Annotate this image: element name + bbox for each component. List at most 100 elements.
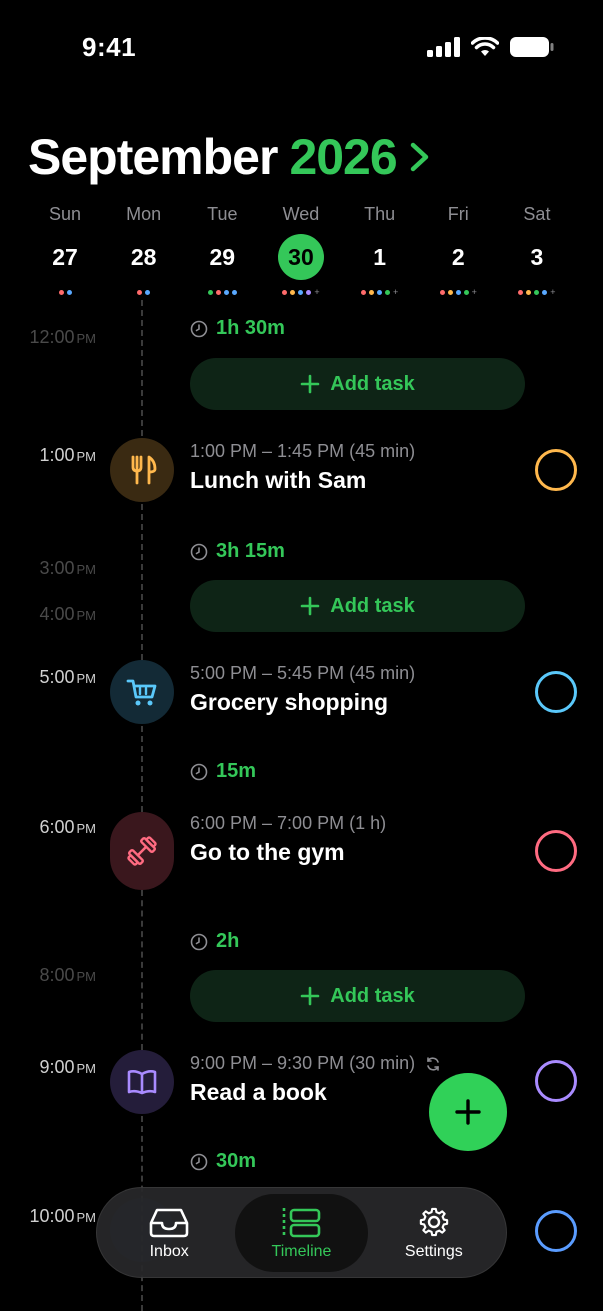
event-title[interactable]: Read a book: [190, 1079, 327, 1106]
add-task-label: Add task: [330, 372, 415, 395]
add-task-button[interactable]: Add task: [190, 358, 525, 410]
clock-icon: [190, 320, 208, 337]
event-dot: [360, 289, 366, 295]
tab-timeline[interactable]: Timeline: [235, 1193, 368, 1272]
time-value: 3:00: [39, 558, 75, 578]
time-label: 3:00 PM: [0, 558, 96, 579]
chevron-right-icon[interactable]: [407, 137, 433, 177]
day-number: 3: [530, 243, 544, 270]
timeline-connector: [141, 726, 143, 812]
event-title[interactable]: Grocery shopping: [190, 689, 388, 716]
status-icons: [427, 36, 555, 58]
time-ampm: PM: [76, 449, 97, 464]
free-time-label: 30m: [190, 1150, 256, 1173]
event-dot: [447, 289, 453, 295]
event-dot: [384, 289, 390, 295]
event-dot: [298, 289, 304, 295]
day-number: 28: [130, 243, 157, 270]
event-dot: [215, 289, 221, 295]
plus-icon: [300, 596, 320, 616]
day-name: Sat: [523, 204, 551, 224]
inbox-icon: [149, 1208, 189, 1237]
day-number: 27: [52, 243, 78, 270]
day-sun[interactable]: Sun 27: [26, 200, 104, 296]
tab-inbox[interactable]: Inbox: [103, 1194, 235, 1272]
event-time: 1:00 PM – 1:45 PM (45 min): [190, 441, 415, 462]
day-number-selected: 30: [277, 234, 324, 280]
event-dot: [58, 289, 64, 295]
event-title[interactable]: Lunch with Sam: [190, 467, 366, 494]
event-dot: [526, 289, 532, 295]
event-dot: [282, 289, 288, 295]
day-dots: +: [360, 288, 398, 297]
day-thu[interactable]: Thu 1 +: [341, 200, 419, 297]
complete-checkbox[interactable]: [535, 1210, 577, 1252]
event-dot: [376, 289, 382, 295]
book-icon: [127, 1070, 157, 1095]
timeline-connector: [141, 300, 143, 436]
complete-checkbox[interactable]: [535, 1060, 577, 1102]
day-name: Fri: [447, 204, 469, 224]
tab-bar: Inbox Timeline Settings: [96, 1187, 507, 1278]
event-icon-gym[interactable]: [110, 812, 174, 890]
time-value: 6:00: [39, 817, 75, 837]
month-name: September: [28, 129, 278, 185]
event-dot: [463, 289, 469, 295]
complete-checkbox[interactable]: [535, 830, 577, 872]
day-dots: [137, 288, 151, 296]
event-time: 5:00 PM – 5:45 PM (45 min): [190, 663, 415, 684]
day-wed[interactable]: Wed 30 +: [262, 200, 340, 297]
time-ampm: PM: [76, 969, 97, 984]
add-event-fab[interactable]: [429, 1073, 507, 1151]
repeat-icon: [427, 1056, 439, 1071]
day-dots: +: [518, 287, 556, 297]
time-ampm: PM: [76, 671, 97, 686]
event-icon-read[interactable]: [110, 1050, 174, 1114]
month-header[interactable]: September 2026: [28, 128, 433, 186]
plus-icon: [455, 1099, 481, 1125]
time-label: 4:00 PM: [0, 604, 96, 625]
tab-label: Settings: [404, 1242, 463, 1260]
add-task-button[interactable]: Add task: [190, 970, 525, 1022]
event-dot: [223, 289, 229, 295]
day-name: Tue: [207, 204, 238, 224]
battery-icon: [510, 37, 554, 57]
event-dot: [231, 289, 237, 295]
complete-checkbox[interactable]: [535, 671, 577, 713]
clock-icon: [190, 763, 208, 780]
event-time-text: 1:00 PM – 1:45 PM (45 min): [190, 441, 416, 461]
time-label: 6:00 PM: [0, 817, 96, 838]
complete-checkbox[interactable]: [535, 449, 577, 491]
event-time-text: 6:00 PM – 7:00 PM (1 h): [190, 813, 387, 833]
day-number: 1: [373, 243, 387, 270]
timeline[interactable]: 12:00 PM 1:00 PM 3:00 PM 4:00 PM 5:00 PM 6:00…: [0, 300, 603, 1311]
day-name: Sun: [48, 204, 82, 224]
day-sat[interactable]: Sat 3 +: [498, 200, 576, 297]
time-label: 9:00 PM: [0, 1057, 96, 1078]
time-value: 5:00: [39, 667, 75, 687]
event-icon-grocery[interactable]: [110, 660, 174, 724]
timeline-connector: [141, 890, 143, 1050]
tab-label: Inbox: [149, 1242, 189, 1260]
tab-label: Timeline: [271, 1242, 332, 1260]
day-number: 2: [451, 243, 465, 270]
tab-settings[interactable]: Settings: [368, 1194, 500, 1272]
time-label: 8:00 PM: [0, 965, 96, 986]
day-mon[interactable]: Mon 28: [105, 200, 183, 296]
event-dot: [306, 289, 312, 295]
day-fri[interactable]: Fri 2 +: [419, 200, 497, 297]
time-value: 4:00: [39, 604, 75, 624]
more-events-indicator: +: [550, 287, 556, 297]
add-task-label: Add task: [330, 594, 415, 617]
event-icon-lunch[interactable]: [110, 438, 174, 502]
day-tue[interactable]: Tue 29: [183, 200, 261, 296]
add-task-button[interactable]: Add task: [190, 580, 525, 632]
event-time: 9:00 PM – 9:30 PM (30 min): [190, 1053, 441, 1074]
gear-icon: [419, 1207, 448, 1236]
plus-icon: [300, 986, 320, 1006]
more-events-indicator: +: [471, 287, 477, 297]
event-dot: [455, 289, 461, 295]
event-title[interactable]: Go to the gym: [190, 839, 345, 866]
plus-icon: [300, 374, 320, 394]
fork-knife-icon: [131, 455, 157, 485]
